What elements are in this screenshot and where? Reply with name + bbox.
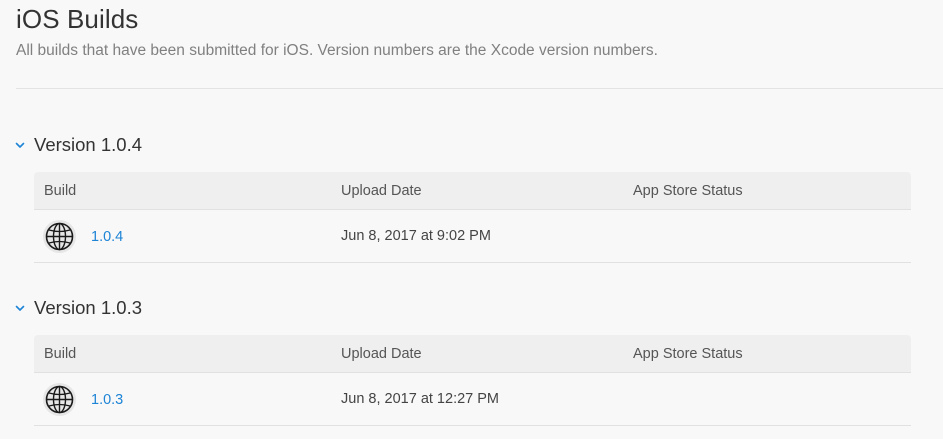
column-header-status: App Store Status [633,183,743,199]
builds-table: Build Upload Date App Store Status 1.0.3 [34,335,911,426]
table-header: Build Upload Date App Store Status [34,172,911,210]
globe-icon [43,220,76,253]
table-row[interactable]: 1.0.3 Jun 8, 2017 at 12:27 PM [34,373,911,426]
column-header-build: Build [44,346,77,362]
version-title: Version 1.0.4 [34,134,142,155]
version-toggle[interactable]: Version 1.0.4 [14,133,142,157]
table-row[interactable]: 1.0.4 Jun 8, 2017 at 9:02 PM [34,210,911,263]
upload-date: Jun 8, 2017 at 9:02 PM [341,228,491,244]
ios-builds-page: iOS Builds All builds that have been sub… [0,0,943,439]
build-link[interactable]: 1.0.3 [91,373,123,427]
page-subtitle: All builds that have been submitted for … [16,42,658,59]
chevron-down-icon[interactable] [14,139,26,151]
build-link[interactable]: 1.0.4 [91,210,123,264]
upload-date: Jun 8, 2017 at 12:27 PM [341,391,499,407]
version-title: Version 1.0.3 [34,297,142,318]
column-header-status: App Store Status [633,346,743,362]
column-header-build: Build [44,183,77,199]
page-title: iOS Builds [16,4,139,34]
column-header-upload-date: Upload Date [341,183,422,199]
header-divider [16,88,943,89]
chevron-down-icon[interactable] [14,302,26,314]
builds-table: Build Upload Date App Store Status 1.0.4 [34,172,911,263]
globe-icon [43,383,76,416]
version-toggle[interactable]: Version 1.0.3 [14,296,142,320]
table-header: Build Upload Date App Store Status [34,335,911,373]
column-header-upload-date: Upload Date [341,346,422,362]
